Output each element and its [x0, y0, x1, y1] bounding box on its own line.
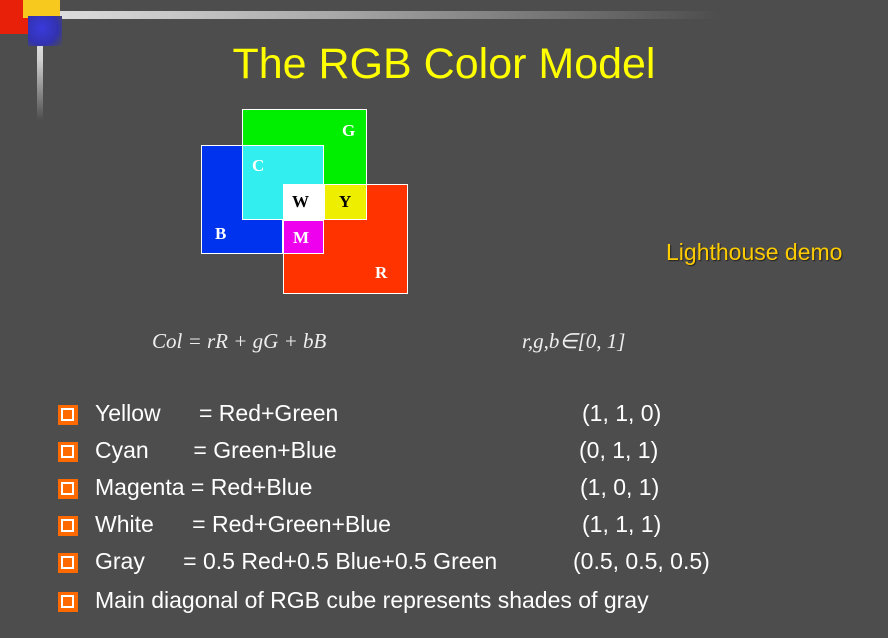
- label-b: B: [215, 224, 227, 243]
- decorative-top-line: [0, 11, 720, 19]
- item-text: Cyan = Green+Blue: [95, 437, 337, 463]
- lighthouse-demo-link[interactable]: Lighthouse demo: [666, 239, 842, 266]
- checkbox-bullet-icon: [58, 479, 78, 499]
- item-vector: (1, 1, 0): [582, 400, 662, 426]
- slide-title: The RGB Color Model: [232, 40, 656, 88]
- range-expression: r,g,b∈[0, 1]: [522, 329, 626, 353]
- checkbox-bullet-icon: [58, 553, 78, 573]
- color-equation: Col = rR + gG + bB: [152, 329, 327, 353]
- item-vector: (0, 1, 1): [579, 437, 659, 463]
- label-c: C: [252, 156, 265, 175]
- label-y: Y: [339, 192, 352, 211]
- label-m: M: [293, 228, 310, 247]
- label-w: W: [292, 192, 309, 211]
- label-g: G: [342, 121, 356, 140]
- checkbox-bullet-icon: [58, 516, 78, 536]
- item-vector: (0.5, 0.5, 0.5): [573, 548, 710, 574]
- item-text: White = Red+Green+Blue: [95, 511, 391, 537]
- checkbox-bullet-icon: [58, 405, 78, 425]
- item-text: Magenta = Red+Blue: [95, 474, 313, 500]
- label-r: R: [375, 263, 388, 282]
- item-text: Yellow = Red+Green: [95, 400, 339, 426]
- checkbox-bullet-icon: [58, 442, 78, 462]
- item-vector: (1, 0, 1): [580, 474, 660, 500]
- checkbox-bullet-icon: [58, 592, 78, 612]
- item-vector: (1, 1, 1): [582, 511, 662, 537]
- item-text: Gray = 0.5 Red+0.5 Blue+0.5 Green: [95, 548, 498, 574]
- item-text: Main diagonal of RGB cube represents sha…: [95, 587, 649, 613]
